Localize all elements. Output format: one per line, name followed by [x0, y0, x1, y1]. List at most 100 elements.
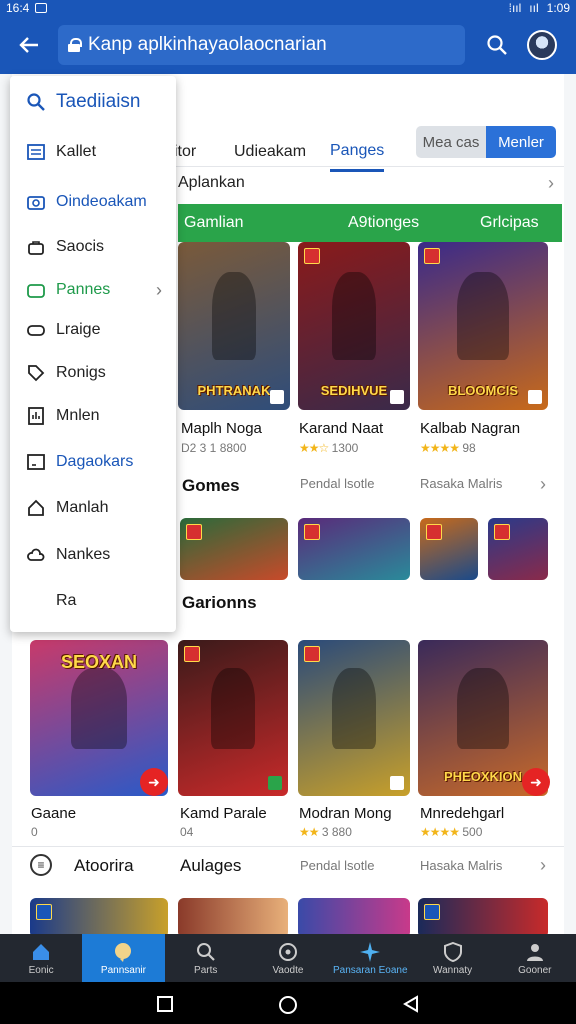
- drawer-item-pannes[interactable]: Pannes ›: [10, 272, 176, 308]
- category-tab[interactable]: Gamlian: [184, 214, 244, 232]
- drawer-item-oindeoakam[interactable]: Oindeoakam: [10, 184, 176, 220]
- game-thumb[interactable]: [418, 898, 548, 938]
- game-thumb[interactable]: [178, 898, 288, 938]
- drawer-header-label: Taediiaisn: [56, 91, 141, 112]
- platform-icon: [390, 776, 404, 790]
- search-button[interactable]: [473, 16, 521, 74]
- nav-item-parts[interactable]: Parts: [165, 934, 247, 982]
- drawer-header[interactable]: Taediiaisn: [10, 84, 176, 120]
- recents-icon[interactable]: [156, 995, 174, 1013]
- game-name[interactable]: Mnredehgarl: [420, 805, 504, 822]
- drawer-item-lraige[interactable]: Lraige: [10, 312, 176, 348]
- nav-item-gooner[interactable]: Gooner: [494, 934, 576, 982]
- rating-stars: ★★: [299, 825, 319, 839]
- drawer-item-mnlen[interactable]: Mnlen: [10, 398, 176, 434]
- rating-count: 3 880: [321, 825, 352, 839]
- nav-label: Eonic: [28, 964, 54, 976]
- game-name[interactable]: Kalbab Nagran: [420, 420, 520, 437]
- url-bar[interactable]: Kanp aplkinhayaolaocnarian: [58, 25, 465, 65]
- game-card[interactable]: [178, 640, 288, 796]
- drawer-item-dagaokars[interactable]: Dagaokars: [10, 444, 176, 480]
- game-logo-icon: [426, 524, 442, 540]
- play-icon: ➜: [148, 773, 160, 790]
- avatar[interactable]: [527, 30, 557, 60]
- game-logo-icon: [424, 248, 440, 264]
- game-name[interactable]: Modran Mong: [299, 805, 392, 822]
- shield-icon: [442, 941, 464, 963]
- nav-item-eonic[interactable]: Eonic: [0, 934, 82, 982]
- wifi-icon: ııl: [529, 1, 539, 15]
- home-outline-icon: [26, 498, 46, 518]
- row-filter[interactable]: Pendal lsotle: [300, 476, 374, 491]
- search-icon: [487, 35, 507, 55]
- row-icon-label[interactable]: Atoorira: [74, 856, 134, 876]
- row-filter[interactable]: Rasaka Malris: [420, 476, 502, 491]
- drawer-item-saocis[interactable]: Saocis: [10, 229, 176, 265]
- row-filter[interactable]: Pendal lsotle: [300, 858, 374, 873]
- rating-stars: ★★★★: [420, 441, 460, 455]
- game-card[interactable]: PHTRANAK: [178, 242, 290, 410]
- game-logo-icon: [304, 646, 320, 662]
- back-button[interactable]: [0, 16, 58, 74]
- drawer-item-kallet[interactable]: Kallet: [10, 134, 176, 170]
- game-name[interactable]: Kamd Parale: [180, 805, 267, 822]
- nav-label: Wannaty: [433, 964, 473, 976]
- rating-count: 98: [462, 441, 476, 455]
- play-button[interactable]: ➜: [140, 768, 168, 796]
- search-icon: [195, 941, 217, 963]
- game-card[interactable]: BLOOMCIS: [418, 242, 548, 410]
- nav-item-pannsanir[interactable]: Pannsanir: [82, 934, 165, 982]
- nav-drawer: Taediiaisn Kallet Oindeoakam Saocis Pann…: [10, 76, 176, 632]
- list-icon: [26, 142, 46, 162]
- segment-left[interactable]: Mea cas: [416, 126, 486, 158]
- drawer-item-ronigs[interactable]: Ronigs: [10, 355, 176, 391]
- divider: [12, 846, 564, 847]
- game-logo-icon: [184, 646, 200, 662]
- drawer-item-label: Lraige: [56, 321, 101, 338]
- nav-item-vaodte[interactable]: Vaodte: [247, 934, 329, 982]
- chevron-right-icon[interactable]: ›: [540, 855, 554, 876]
- game-thumb[interactable]: [30, 898, 168, 938]
- game-card[interactable]: SEDIHVUE: [298, 242, 410, 410]
- app-root: 16:4 ⁞ııl ııl 1:09 Kanp aplkinhayaolaocn…: [0, 0, 576, 1024]
- character-art: [457, 668, 509, 750]
- home-button-icon[interactable]: [278, 995, 298, 1015]
- game-name[interactable]: Maplh Noga: [181, 420, 262, 437]
- character-art: [211, 272, 257, 360]
- category-tab[interactable]: A9tionges: [348, 214, 419, 232]
- game-thumb[interactable]: [180, 518, 288, 580]
- chevron-right-icon: ›: [548, 172, 554, 193]
- nav-item-pansaran-eoane[interactable]: Pansaran Eoane: [329, 934, 411, 982]
- menu-circle-icon[interactable]: ≡: [30, 854, 52, 876]
- segmented-control: Mea cas Menler: [416, 126, 556, 158]
- section-title: Aplankan: [178, 174, 245, 191]
- game-thumb[interactable]: [420, 518, 478, 580]
- segment-right[interactable]: Menler: [486, 126, 556, 158]
- drawer-item-label: Dagaokars: [56, 453, 134, 470]
- back-nav-icon[interactable]: [402, 995, 420, 1013]
- drawer-item-manlah[interactable]: Manlah: [10, 490, 176, 526]
- section-title: Garionns: [182, 593, 257, 612]
- nav-item-wannaty[interactable]: Wannaty: [411, 934, 493, 982]
- category-tab[interactable]: Grlcipas: [480, 214, 539, 232]
- drawer-item-nankes[interactable]: Nankes: [10, 537, 176, 573]
- person-icon: [524, 941, 546, 963]
- cloud-icon: [26, 545, 46, 565]
- play-button[interactable]: ➜: [522, 768, 550, 796]
- game-meta: 0: [31, 825, 38, 839]
- game-card[interactable]: [298, 640, 410, 796]
- game-thumb[interactable]: [298, 898, 410, 938]
- nav-label: Pansaran Eoane: [333, 964, 408, 976]
- chevron-right-icon[interactable]: ›: [540, 474, 554, 495]
- drawer-item-label: Pannes: [56, 281, 111, 298]
- nav-label: Parts: [194, 964, 218, 976]
- game-name[interactable]: Karand Naat: [299, 420, 383, 437]
- game-name[interactable]: Gaane: [31, 805, 76, 822]
- game-thumb[interactable]: [488, 518, 548, 580]
- chevron-right-icon: ›: [156, 279, 162, 300]
- game-thumb[interactable]: [298, 518, 410, 580]
- row-filter[interactable]: Hasaka Malris: [420, 858, 502, 873]
- arrow-left-icon: [19, 37, 38, 53]
- row-title: Aulages: [180, 856, 242, 875]
- drawer-item-ra[interactable]: Ra: [10, 583, 176, 619]
